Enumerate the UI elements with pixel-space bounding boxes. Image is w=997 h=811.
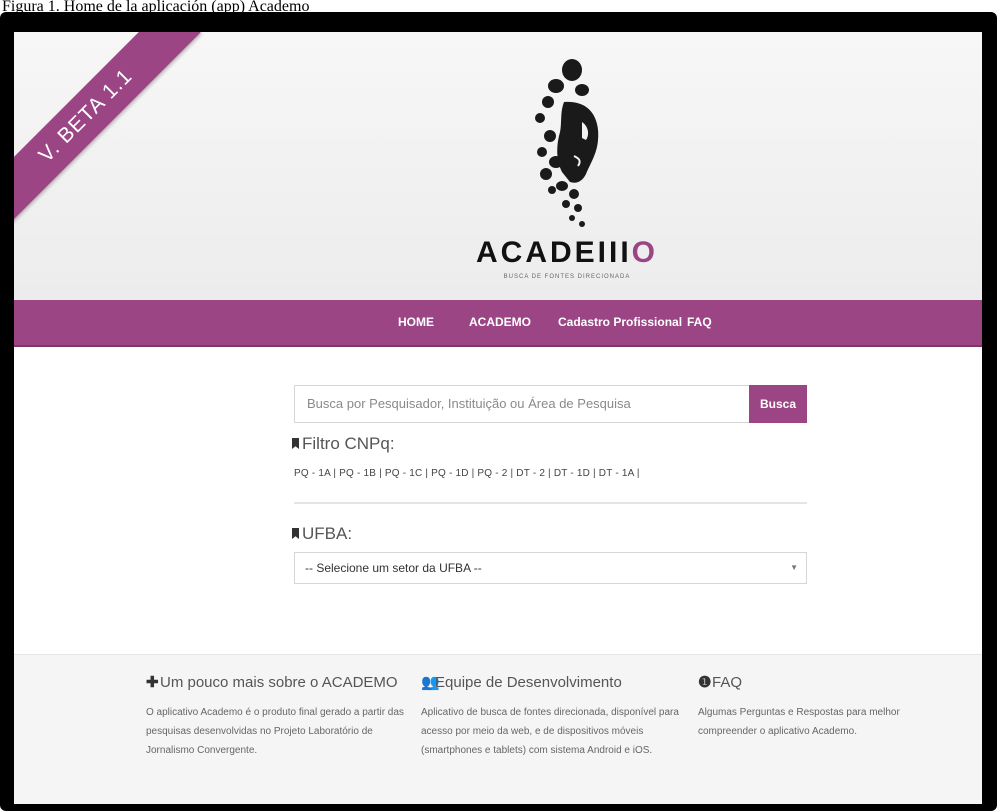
ufba-title: UFBA:	[302, 524, 353, 543]
screenshot-frame: V. BETA 1.1 ACADEIIIO BUSCA DE FONTES DI…	[0, 12, 997, 811]
plus-icon: ✚	[146, 674, 159, 691]
footer-team-heading[interactable]: 👥Equipe de Desenvolvimento	[421, 673, 681, 691]
brand-name-mid: III	[597, 236, 632, 269]
footer: ✚Um pouco mais sobre o ACADEMO O aplicat…	[14, 654, 982, 804]
academo-logo[interactable]: ACADEIIIO BUSCA DE FONTES DIRECIONADA	[472, 56, 662, 288]
search-button[interactable]: Busca	[749, 385, 807, 423]
cnpq-filter-title: Filtro CNPq:	[302, 434, 395, 453]
nav-item-home[interactable]: HOME	[398, 300, 434, 345]
footer-faq-heading[interactable]: ❶FAQ	[698, 673, 958, 691]
footer-faq-title: FAQ	[712, 674, 743, 691]
footer-team-title: Equipe de Desenvolvimento	[435, 674, 622, 691]
ufba-sector-select[interactable]: -- Selecione um setor da UFBA -- ▼	[294, 552, 807, 584]
search-input[interactable]: Busca por Pesquisador, Instituição ou Ár…	[294, 385, 749, 423]
beta-ribbon: V. BETA 1.1	[14, 32, 214, 232]
cnpq-filter-heading: Filtro CNPq:	[292, 434, 395, 454]
brand-tagline: BUSCA DE FONTES DIRECIONADA	[503, 274, 631, 280]
footer-team: 👥Equipe de Desenvolvimento Aplicativo de…	[421, 673, 681, 760]
footer-team-text: Aplicativo de busca de fontes direcionad…	[421, 707, 679, 756]
users-icon: 👥	[421, 674, 440, 691]
footer-about-text: O aplicativo Academo é o produto final g…	[146, 707, 404, 756]
ufba-sector-selected: -- Selecione um setor da UFBA --	[305, 561, 482, 575]
chevron-down-icon: ▼	[790, 563, 798, 572]
cnpq-filter-links[interactable]: PQ - 1A | PQ - 1B | PQ - 1C | PQ - 1D | …	[294, 468, 640, 479]
brand-wordmark: ACADEIIIO	[472, 236, 662, 270]
footer-about: ✚Um pouco mais sobre o ACADEMO O aplicat…	[146, 673, 406, 760]
footer-faq-text: Algumas Perguntas e Respostas para melho…	[698, 707, 900, 737]
footer-about-title: Um pouco mais sobre o ACADEMO	[160, 674, 398, 691]
app-screen: V. BETA 1.1 ACADEIIIO BUSCA DE FONTES DI…	[14, 32, 982, 804]
divider	[294, 502, 807, 504]
bookmark-icon	[292, 528, 299, 539]
logo-face-icon	[535, 59, 599, 227]
info-icon: ❶	[698, 674, 712, 691]
main-nav: HOME ACADEMO Cadastro Profissional FAQ	[14, 300, 982, 347]
ufba-heading: UFBA:	[292, 524, 352, 544]
brand-name-suffix: O	[631, 236, 659, 269]
nav-item-academo[interactable]: ACADEMO	[469, 300, 531, 345]
footer-about-heading[interactable]: ✚Um pouco mais sobre o ACADEMO	[146, 673, 406, 691]
footer-faq: ❶FAQ Algumas Perguntas e Respostas para …	[698, 673, 958, 741]
nav-item-faq[interactable]: FAQ	[687, 300, 712, 345]
brand-name-prefix: ACADE	[475, 236, 598, 269]
beta-ribbon-label: V. BETA 1.1	[14, 32, 201, 231]
header: V. BETA 1.1 ACADEIIIO BUSCA DE FONTES DI…	[14, 32, 982, 300]
nav-item-cadastro-profissional[interactable]: Cadastro Profissional	[558, 300, 682, 345]
bookmark-icon	[292, 438, 299, 449]
